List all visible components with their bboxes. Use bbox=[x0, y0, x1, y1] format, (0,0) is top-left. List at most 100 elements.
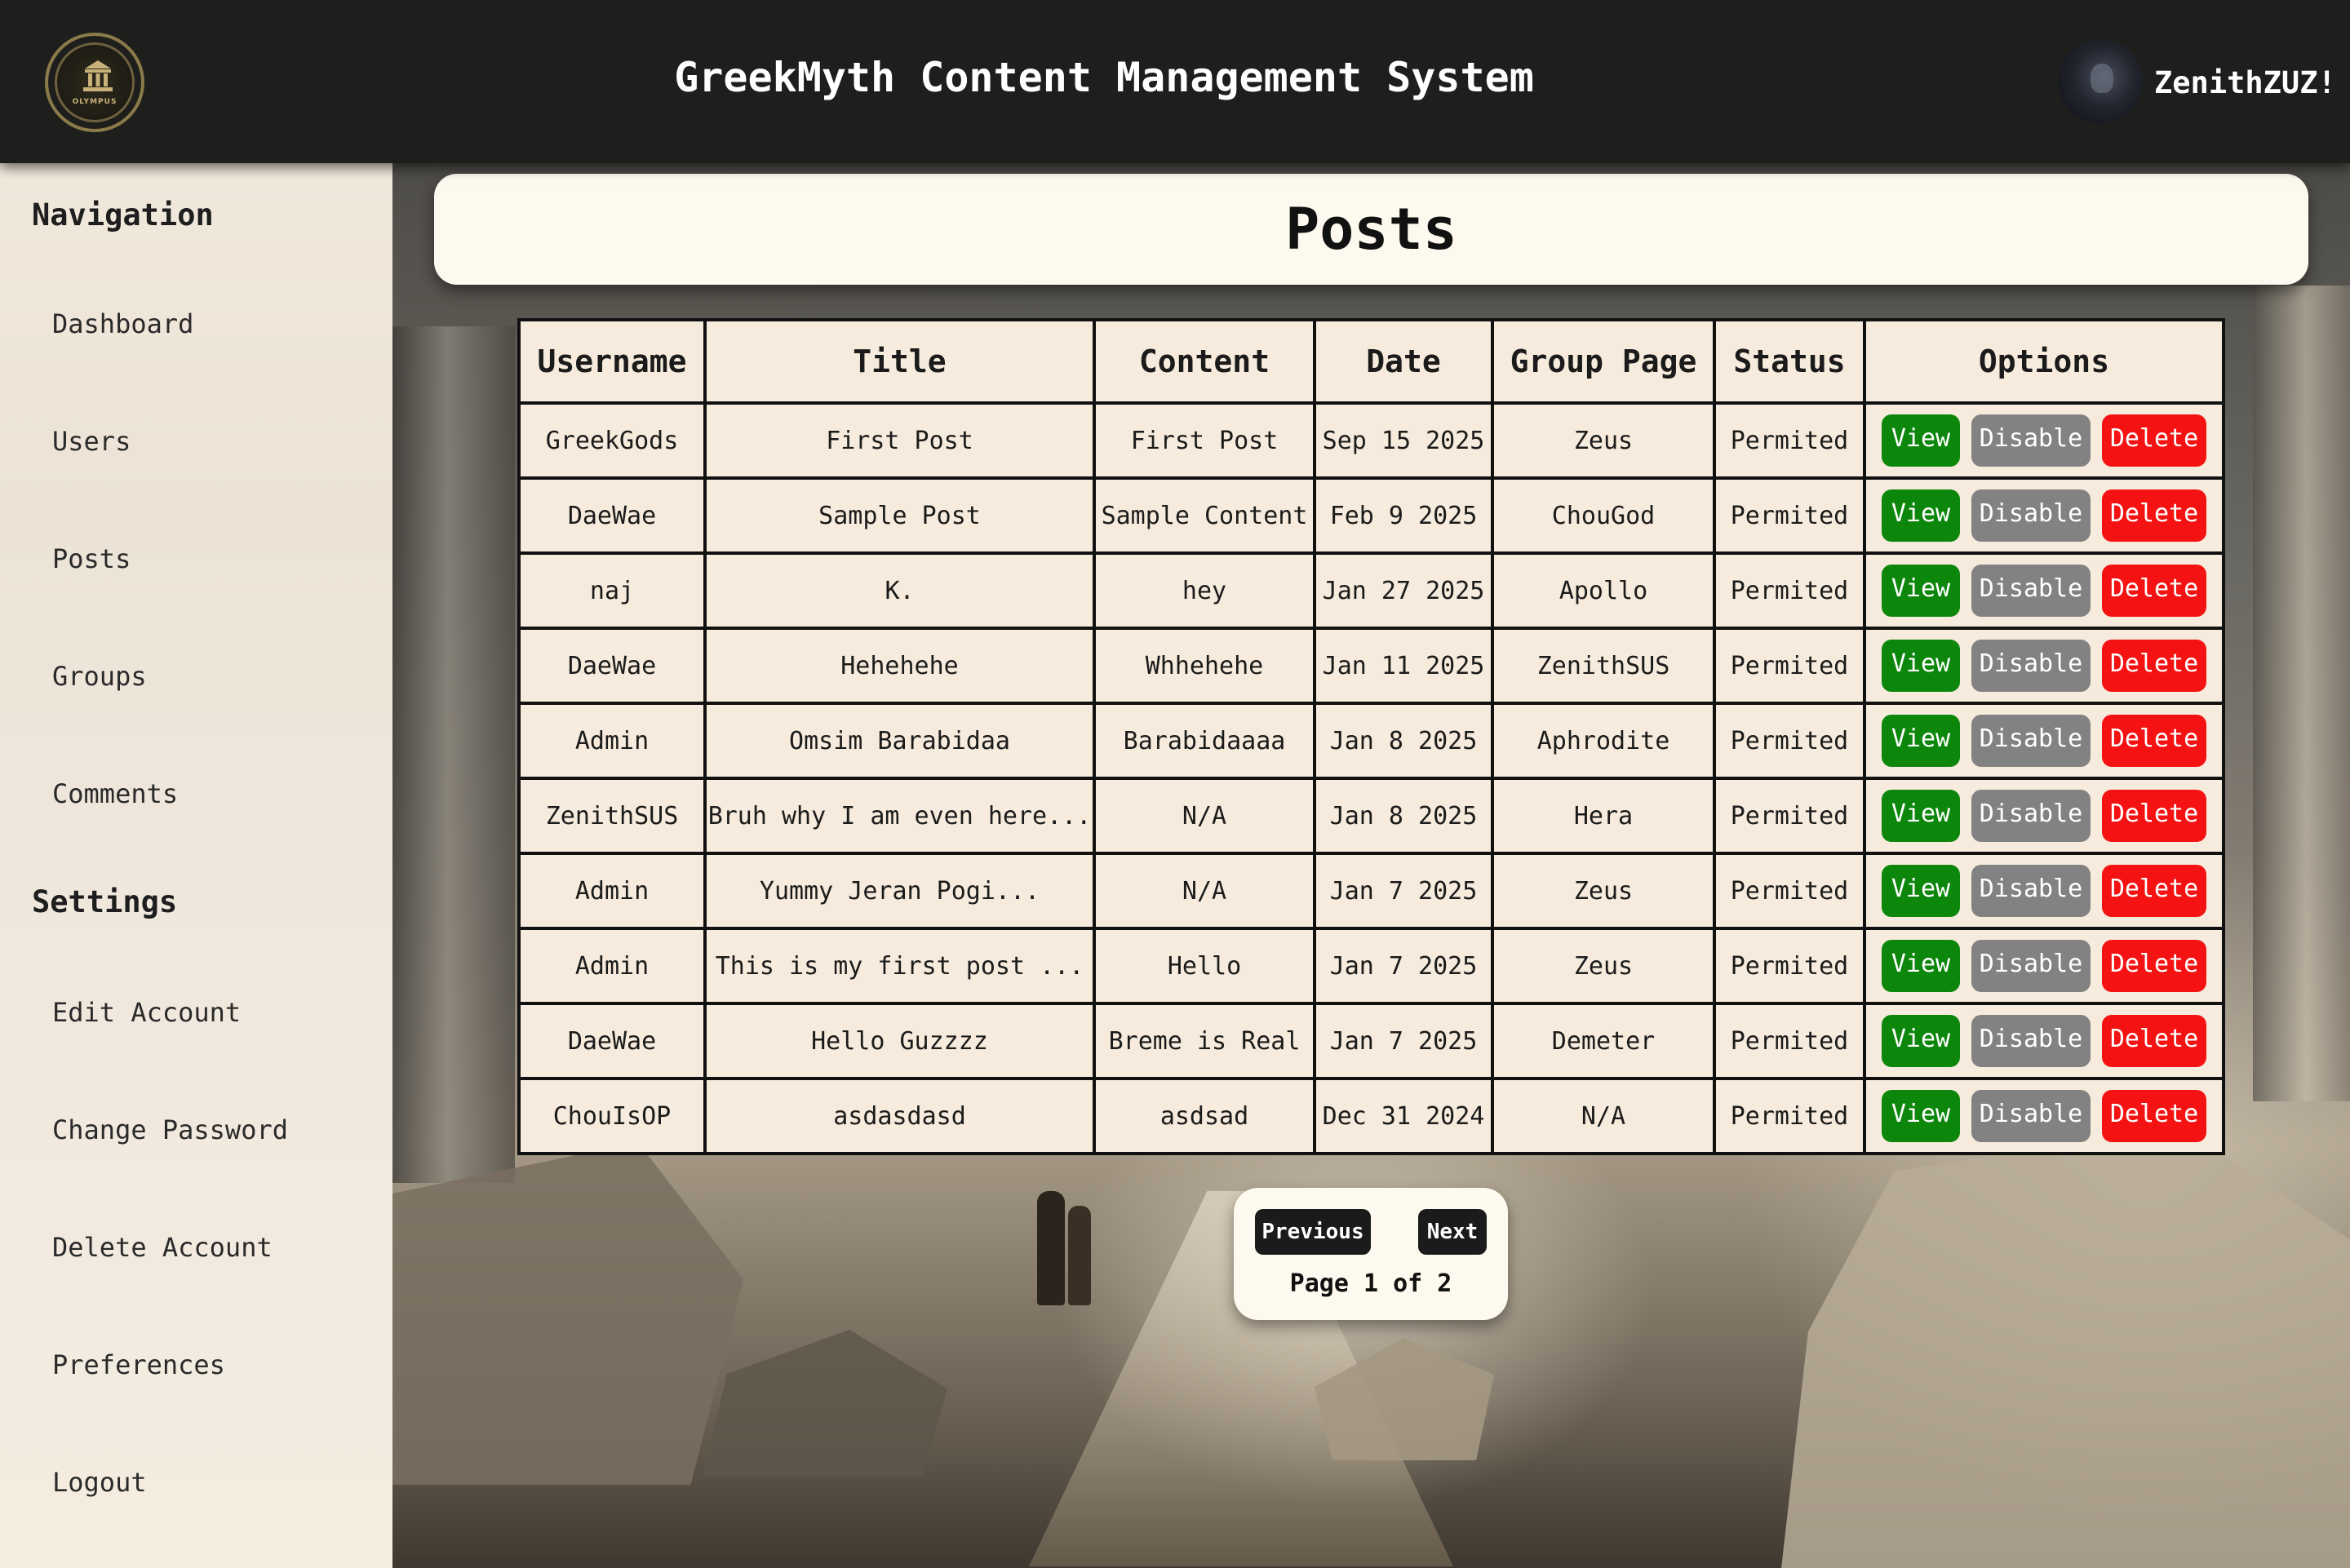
sidebar-item-posts[interactable]: Posts bbox=[52, 543, 131, 574]
walking-figure bbox=[1037, 1191, 1065, 1305]
cell-content: Hello bbox=[1093, 927, 1316, 1005]
delete-button[interactable]: Delete bbox=[2102, 1015, 2206, 1067]
user-avatar[interactable] bbox=[2058, 39, 2143, 124]
view-button[interactable]: View bbox=[1882, 790, 1960, 842]
view-button[interactable]: View bbox=[1882, 489, 1960, 542]
cell-content: N/A bbox=[1093, 777, 1316, 855]
cell-status: Permited bbox=[1713, 1002, 1866, 1080]
cell-content: N/A bbox=[1093, 852, 1316, 930]
table-header-row: Username Title Content Date Group Page S… bbox=[517, 318, 2225, 405]
cell-options: View Disable Delete bbox=[1863, 852, 2225, 930]
cell-title: asdasdasd bbox=[703, 1077, 1096, 1155]
navigation-heading: Navigation bbox=[32, 197, 214, 233]
cell-date: Jan 7 2025 bbox=[1313, 852, 1494, 930]
table-row: ChouIsOP asdasdasd asdsad Dec 31 2024 N/A Per… bbox=[517, 1077, 2225, 1155]
cell-title: Hehehehe bbox=[703, 627, 1096, 705]
ruin-column-right bbox=[2253, 286, 2350, 1101]
view-button[interactable]: View bbox=[1882, 414, 1960, 467]
disable-button[interactable]: Disable bbox=[1971, 414, 2091, 467]
view-button[interactable]: View bbox=[1882, 565, 1960, 617]
cell-status: Permited bbox=[1713, 551, 1866, 630]
view-button[interactable]: View bbox=[1882, 1015, 1960, 1067]
cell-content: First Post bbox=[1093, 401, 1316, 480]
cell-date: Jan 8 2025 bbox=[1313, 777, 1494, 855]
cell-content: Barabidaaaa bbox=[1093, 702, 1316, 780]
disable-button[interactable]: Disable bbox=[1971, 940, 2091, 992]
cell-status: Permited bbox=[1713, 1077, 1866, 1155]
table-row: Admin Omsim Barabidaa Barabidaaaa Jan 8 202… bbox=[517, 702, 2225, 780]
cell-title: Sample Post bbox=[703, 476, 1096, 555]
cell-status: Permited bbox=[1713, 476, 1866, 555]
cell-title: First Post bbox=[703, 401, 1096, 480]
sidebar-item-users[interactable]: Users bbox=[52, 426, 131, 457]
posts-table-body: GreekGods First Post First Post Sep 15 2025… bbox=[517, 401, 2225, 1155]
sidebar-item-dashboard[interactable]: Dashboard bbox=[52, 308, 193, 339]
previous-page-button[interactable]: Previous bbox=[1255, 1209, 1371, 1255]
cell-title: This is my first post ... bbox=[703, 927, 1096, 1005]
sidebar-item-delete-account[interactable]: Delete Account bbox=[52, 1232, 273, 1263]
cell-date: Dec 31 2024 bbox=[1313, 1077, 1494, 1155]
sidebar-item-logout[interactable]: Logout bbox=[52, 1467, 147, 1498]
disable-button[interactable]: Disable bbox=[1971, 790, 2091, 842]
cell-group-page: N/A bbox=[1491, 1077, 1716, 1155]
sidebar-item-edit-account[interactable]: Edit Account bbox=[52, 997, 241, 1028]
pagination: Previous Next Page 1 of 2 bbox=[1234, 1188, 1508, 1320]
delete-button[interactable]: Delete bbox=[2102, 940, 2206, 992]
disable-button[interactable]: Disable bbox=[1971, 565, 2091, 617]
cell-options: View Disable Delete bbox=[1863, 551, 2225, 630]
delete-button[interactable]: Delete bbox=[2102, 489, 2206, 542]
disable-button[interactable]: Disable bbox=[1971, 715, 2091, 767]
cell-options: View Disable Delete bbox=[1863, 476, 2225, 555]
sidebar-item-change-password[interactable]: Change Password bbox=[52, 1114, 288, 1145]
cell-status: Permited bbox=[1713, 777, 1866, 855]
table-row: Admin Yummy Jeran Pogi... N/A Jan 7 2025 Zeu… bbox=[517, 852, 2225, 930]
disable-button[interactable]: Disable bbox=[1971, 489, 2091, 542]
sidebar-item-groups[interactable]: Groups bbox=[52, 661, 147, 692]
disable-button[interactable]: Disable bbox=[1971, 865, 2091, 917]
cell-date: Sep 15 2025 bbox=[1313, 401, 1494, 480]
delete-button[interactable]: Delete bbox=[2102, 790, 2206, 842]
cell-username: Admin bbox=[517, 852, 707, 930]
disable-button[interactable]: Disable bbox=[1971, 1090, 2091, 1142]
settings-heading: Settings bbox=[32, 884, 178, 919]
view-button[interactable]: View bbox=[1882, 940, 1960, 992]
delete-button[interactable]: Delete bbox=[2102, 1090, 2206, 1142]
cell-group-page: Aphrodite bbox=[1491, 702, 1716, 780]
column-header-content: Content bbox=[1093, 318, 1316, 405]
cell-options: View Disable Delete bbox=[1863, 1077, 2225, 1155]
disable-button[interactable]: Disable bbox=[1971, 640, 2091, 692]
cell-username: GreekGods bbox=[517, 401, 707, 480]
view-button[interactable]: View bbox=[1882, 865, 1960, 917]
page-indicator: Page 1 of 2 bbox=[1289, 1269, 1452, 1298]
next-page-button[interactable]: Next bbox=[1418, 1209, 1487, 1255]
cell-group-page: Apollo bbox=[1491, 551, 1716, 630]
view-button[interactable]: View bbox=[1882, 715, 1960, 767]
cell-group-page: Zeus bbox=[1491, 852, 1716, 930]
cell-date: Feb 9 2025 bbox=[1313, 476, 1494, 555]
column-header-options: Options bbox=[1863, 318, 2225, 405]
view-button[interactable]: View bbox=[1882, 1090, 1960, 1142]
ruin-rock bbox=[703, 1330, 947, 1477]
disable-button[interactable]: Disable bbox=[1971, 1015, 2091, 1067]
cell-status: Permited bbox=[1713, 927, 1866, 1005]
cell-date: Jan 7 2025 bbox=[1313, 1002, 1494, 1080]
view-button[interactable]: View bbox=[1882, 640, 1960, 692]
cell-options: View Disable Delete bbox=[1863, 927, 2225, 1005]
delete-button[interactable]: Delete bbox=[2102, 640, 2206, 692]
cell-username: Admin bbox=[517, 702, 707, 780]
column-header-status: Status bbox=[1713, 318, 1866, 405]
avatar-face bbox=[2091, 64, 2113, 93]
page-title-banner: Posts bbox=[434, 174, 2308, 285]
cell-status: Permited bbox=[1713, 401, 1866, 480]
username-label[interactable]: ZenithZUZ! bbox=[2154, 65, 2336, 100]
sidebar-item-preferences[interactable]: Preferences bbox=[52, 1349, 225, 1380]
cell-title: Bruh why I am even here... bbox=[703, 777, 1096, 855]
cell-content: Sample Content bbox=[1093, 476, 1316, 555]
sidebar-item-comments[interactable]: Comments bbox=[52, 778, 178, 809]
delete-button[interactable]: Delete bbox=[2102, 565, 2206, 617]
cell-content: Breme is Real bbox=[1093, 1002, 1316, 1080]
delete-button[interactable]: Delete bbox=[2102, 865, 2206, 917]
delete-button[interactable]: Delete bbox=[2102, 715, 2206, 767]
delete-button[interactable]: Delete bbox=[2102, 414, 2206, 467]
column-header-group-page: Group Page bbox=[1491, 318, 1716, 405]
